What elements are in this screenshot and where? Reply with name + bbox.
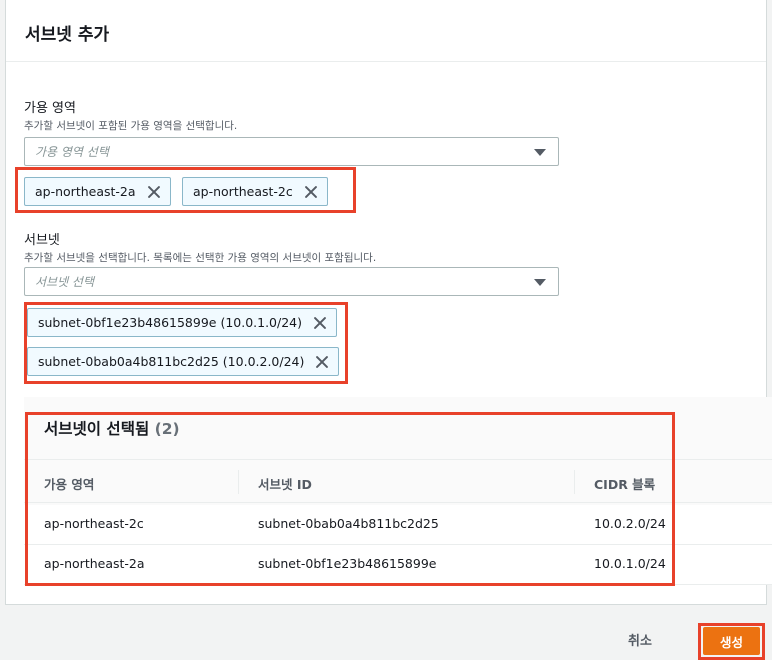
remove-icon[interactable] xyxy=(312,315,328,331)
availability-zone-placeholder: 가용 영역 선택 xyxy=(35,145,109,159)
availability-zone-label: 가용 영역 xyxy=(24,101,76,116)
remove-icon[interactable] xyxy=(146,184,162,200)
availability-zone-description: 추가할 서브넷이 포함된 가용 영역을 선택합니다. xyxy=(24,120,238,132)
caret-down-icon xyxy=(534,279,546,286)
selected-subnets-table: 서브넷이 선택됨 (2) 가용 영역 서브넷 ID CIDR 블록 ap-nor… xyxy=(24,397,772,585)
token-az-2c: ap-northeast-2c xyxy=(182,177,328,206)
token-subnet-1: subnet-0bf1e23b48615899e (10.0.1.0/24) xyxy=(27,308,338,337)
token-label: subnet-0bf1e23b48615899e (10.0.1.0/24) xyxy=(38,315,303,330)
table-header: 가용 영역 서브넷 ID CIDR 블록 xyxy=(24,459,772,503)
column-header-az: 가용 영역 xyxy=(44,477,95,492)
table-count: (2) xyxy=(154,420,180,438)
token-subnet-2: subnet-0bab0a4b811bc2d25 (10.0.2.0/24) xyxy=(27,347,340,376)
caret-down-icon xyxy=(534,149,546,156)
subnet-label: 서브넷 xyxy=(24,233,60,248)
remove-icon[interactable] xyxy=(303,184,319,200)
token-label: subnet-0bab0a4b811bc2d25 (10.0.2.0/24) xyxy=(38,354,305,369)
subnet-select[interactable]: 서브넷 선택 xyxy=(24,267,559,296)
token-label: ap-northeast-2c xyxy=(193,184,293,199)
cell-subnet-id: subnet-0bab0a4b811bc2d25 xyxy=(258,516,439,531)
column-separator xyxy=(238,470,239,494)
cell-az: ap-northeast-2a xyxy=(44,556,145,571)
token-label: ap-northeast-2a xyxy=(35,184,136,199)
subnet-description: 추가할 서브넷을 선택합니다. 목록에는 선택한 가용 영역의 서브넷이 포함됩… xyxy=(24,252,377,264)
subnet-field: 서브넷 추가할 서브넷을 선택합니다. 목록에는 선택한 가용 영역의 서브넷이… xyxy=(24,229,376,265)
create-button[interactable]: 생성 xyxy=(703,627,760,655)
column-separator xyxy=(574,470,575,494)
token-az-2a: ap-northeast-2a xyxy=(24,177,171,206)
column-header-subnet-id: 서브넷 ID xyxy=(258,477,312,492)
modal-title: 서브넷 추가 xyxy=(25,25,110,45)
cell-az: ap-northeast-2c xyxy=(44,516,144,531)
table-row: ap-northeast-2c subnet-0bab0a4b811bc2d25… xyxy=(24,505,772,545)
cell-cidr: 10.0.2.0/24 xyxy=(594,516,666,531)
remove-icon[interactable] xyxy=(314,354,330,370)
column-header-cidr: CIDR 블록 xyxy=(594,477,656,492)
table-title-text: 서브넷이 선택됨 xyxy=(44,420,150,438)
cancel-button[interactable]: 취소 xyxy=(628,630,652,649)
table-row: ap-northeast-2a subnet-0bf1e23b48615899e… xyxy=(24,545,772,585)
table-title: 서브넷이 선택됨 (2) xyxy=(44,417,180,439)
availability-zone-select[interactable]: 가용 영역 선택 xyxy=(24,137,559,166)
cell-cidr: 10.0.1.0/24 xyxy=(594,556,666,571)
modal-header: 서브넷 추가 xyxy=(6,0,766,62)
availability-zone-field: 가용 영역 추가할 서브넷이 포함된 가용 영역을 선택합니다. xyxy=(24,97,237,133)
cell-subnet-id: subnet-0bf1e23b48615899e xyxy=(258,556,437,571)
subnet-placeholder: 서브넷 선택 xyxy=(35,275,95,289)
